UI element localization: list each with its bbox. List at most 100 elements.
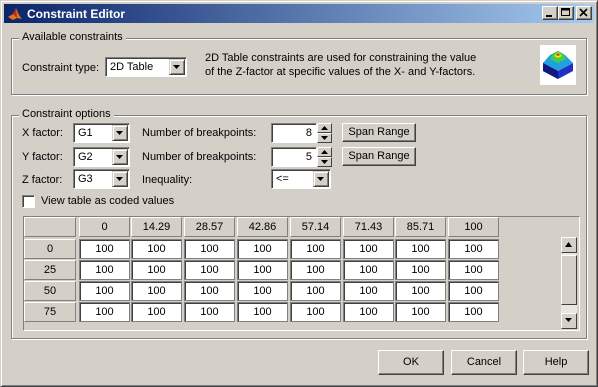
table-cell[interactable]: 100	[131, 281, 182, 301]
constraint-type-dropdown[interactable]: 2D Table	[105, 57, 187, 77]
close-button[interactable]	[576, 6, 592, 20]
y-breakpoints-spinner[interactable]	[317, 147, 332, 167]
y-factor-value: G2	[78, 151, 93, 163]
table-corner	[24, 217, 76, 237]
z-factor-dropdown[interactable]: G3	[73, 169, 130, 189]
table-cell[interactable]: 100	[395, 302, 446, 322]
x-breakpoints-label: Number of breakpoints:	[142, 127, 257, 139]
maximize-button[interactable]	[558, 6, 574, 20]
maximize-icon	[561, 8, 570, 16]
y-factor-dropdown[interactable]: G2	[73, 147, 130, 167]
constraint-description-line1: 2D Table constraints are used for constr…	[205, 52, 477, 64]
chevron-up-icon	[565, 242, 572, 247]
cancel-button[interactable]: Cancel	[451, 350, 517, 375]
chevron-down-icon	[116, 177, 123, 181]
coded-values-checkbox[interactable]	[22, 195, 35, 208]
y-breakpoints-input[interactable]: 5	[271, 147, 317, 167]
y-breakpoints-decrement-button[interactable]	[317, 157, 332, 167]
table-cell[interactable]: 100	[395, 239, 446, 259]
matlab-logo-icon	[8, 8, 22, 20]
row-header: 75	[24, 302, 76, 322]
help-button[interactable]: Help	[523, 350, 589, 375]
table-cell[interactable]: 100	[237, 239, 288, 259]
chevron-down-icon	[116, 131, 123, 135]
help-label: Help	[544, 356, 568, 368]
minimize-button[interactable]	[542, 6, 558, 20]
chevron-down-icon	[173, 65, 180, 69]
window-title: Constraint Editor	[27, 7, 125, 21]
table-cell[interactable]: 100	[237, 281, 288, 301]
coded-values-label[interactable]: View table as coded values	[41, 194, 174, 208]
table-cell[interactable]: 100	[395, 281, 446, 301]
chevron-up-icon	[321, 126, 328, 130]
table-cell[interactable]: 100	[184, 281, 235, 301]
table-cell[interactable]: 100	[448, 302, 499, 322]
y-factor-dropdown-button[interactable]	[112, 149, 128, 165]
cancel-label: Cancel	[466, 356, 502, 368]
table-cell[interactable]: 100	[343, 302, 394, 322]
table-cell[interactable]: 100	[343, 281, 394, 301]
z-factor-label: Z factor:	[22, 174, 63, 186]
table-cell[interactable]: 100	[290, 239, 341, 259]
table-cell[interactable]: 100	[79, 281, 130, 301]
close-icon	[579, 8, 588, 17]
scroll-down-button[interactable]	[561, 313, 577, 329]
span-range-x-button[interactable]: Span Range	[342, 123, 416, 142]
x-factor-dropdown[interactable]: G1	[73, 123, 130, 143]
table-vertical-scrollbar[interactable]	[561, 237, 577, 329]
table-cell[interactable]: 100	[290, 260, 341, 280]
x-factor-dropdown-button[interactable]	[112, 125, 128, 141]
x-breakpoints-decrement-button[interactable]	[317, 133, 332, 143]
inequality-dropdown-button[interactable]	[313, 171, 329, 187]
ok-button[interactable]: OK	[378, 350, 444, 375]
scroll-thumb[interactable]	[561, 255, 577, 305]
column-header: 57.14	[290, 217, 341, 237]
constraint-table: 0 14.29 28.57 42.86 57.14 71.43 85.71 100 0 100 1…	[23, 216, 580, 331]
scroll-up-button[interactable]	[561, 237, 577, 253]
x-breakpoints-spinner[interactable]	[317, 123, 332, 143]
table-cell[interactable]: 100	[131, 302, 182, 322]
inequality-label: Inequality:	[142, 174, 193, 186]
z-factor-dropdown-button[interactable]	[112, 171, 128, 187]
table-cell[interactable]: 100	[395, 260, 446, 280]
table-cell[interactable]: 100	[237, 260, 288, 280]
x-factor-value: G1	[78, 127, 93, 139]
inequality-dropdown[interactable]: <=	[271, 169, 331, 189]
table-cell[interactable]: 100	[343, 239, 394, 259]
column-header: 85.71	[395, 217, 446, 237]
chevron-down-icon	[321, 136, 328, 140]
table-cell[interactable]: 100	[79, 260, 130, 280]
inequality-value: <=	[276, 173, 289, 185]
table-cell[interactable]: 100	[448, 281, 499, 301]
row-header: 25	[24, 260, 76, 280]
x-breakpoints-value: 8	[305, 127, 312, 139]
table-cell[interactable]: 100	[237, 302, 288, 322]
table-cell[interactable]: 100	[79, 239, 130, 259]
constraint-type-label: Constraint type:	[22, 62, 100, 74]
table-cell[interactable]: 100	[448, 239, 499, 259]
constraint-type-dropdown-button[interactable]	[169, 59, 185, 75]
x-breakpoints-input[interactable]: 8	[271, 123, 317, 143]
table-cell[interactable]: 100	[131, 239, 182, 259]
table-cell[interactable]: 100	[290, 302, 341, 322]
table-cell[interactable]: 100	[79, 302, 130, 322]
x-breakpoints-increment-button[interactable]	[317, 123, 332, 133]
chevron-down-icon	[321, 160, 328, 164]
table-cell[interactable]: 100	[448, 260, 499, 280]
table-cell[interactable]: 100	[343, 260, 394, 280]
y-breakpoints-increment-button[interactable]	[317, 147, 332, 157]
table-cell[interactable]: 100	[184, 302, 235, 322]
surface-plot-icon	[540, 45, 576, 85]
table-cell[interactable]: 100	[184, 260, 235, 280]
span-range-y-button[interactable]: Span Range	[342, 147, 416, 166]
table-cell[interactable]: 100	[131, 260, 182, 280]
row-header: 0	[24, 239, 76, 259]
y-factor-label: Y factor:	[22, 151, 63, 163]
table-cell[interactable]: 100	[184, 239, 235, 259]
constraint-options-label: Constraint options	[19, 108, 114, 120]
span-range-x-label: Span Range	[348, 126, 410, 138]
column-header: 28.57	[184, 217, 235, 237]
table-cell[interactable]: 100	[290, 281, 341, 301]
title-bar[interactable]: Constraint Editor	[4, 4, 594, 23]
z-factor-value: G3	[78, 173, 93, 185]
